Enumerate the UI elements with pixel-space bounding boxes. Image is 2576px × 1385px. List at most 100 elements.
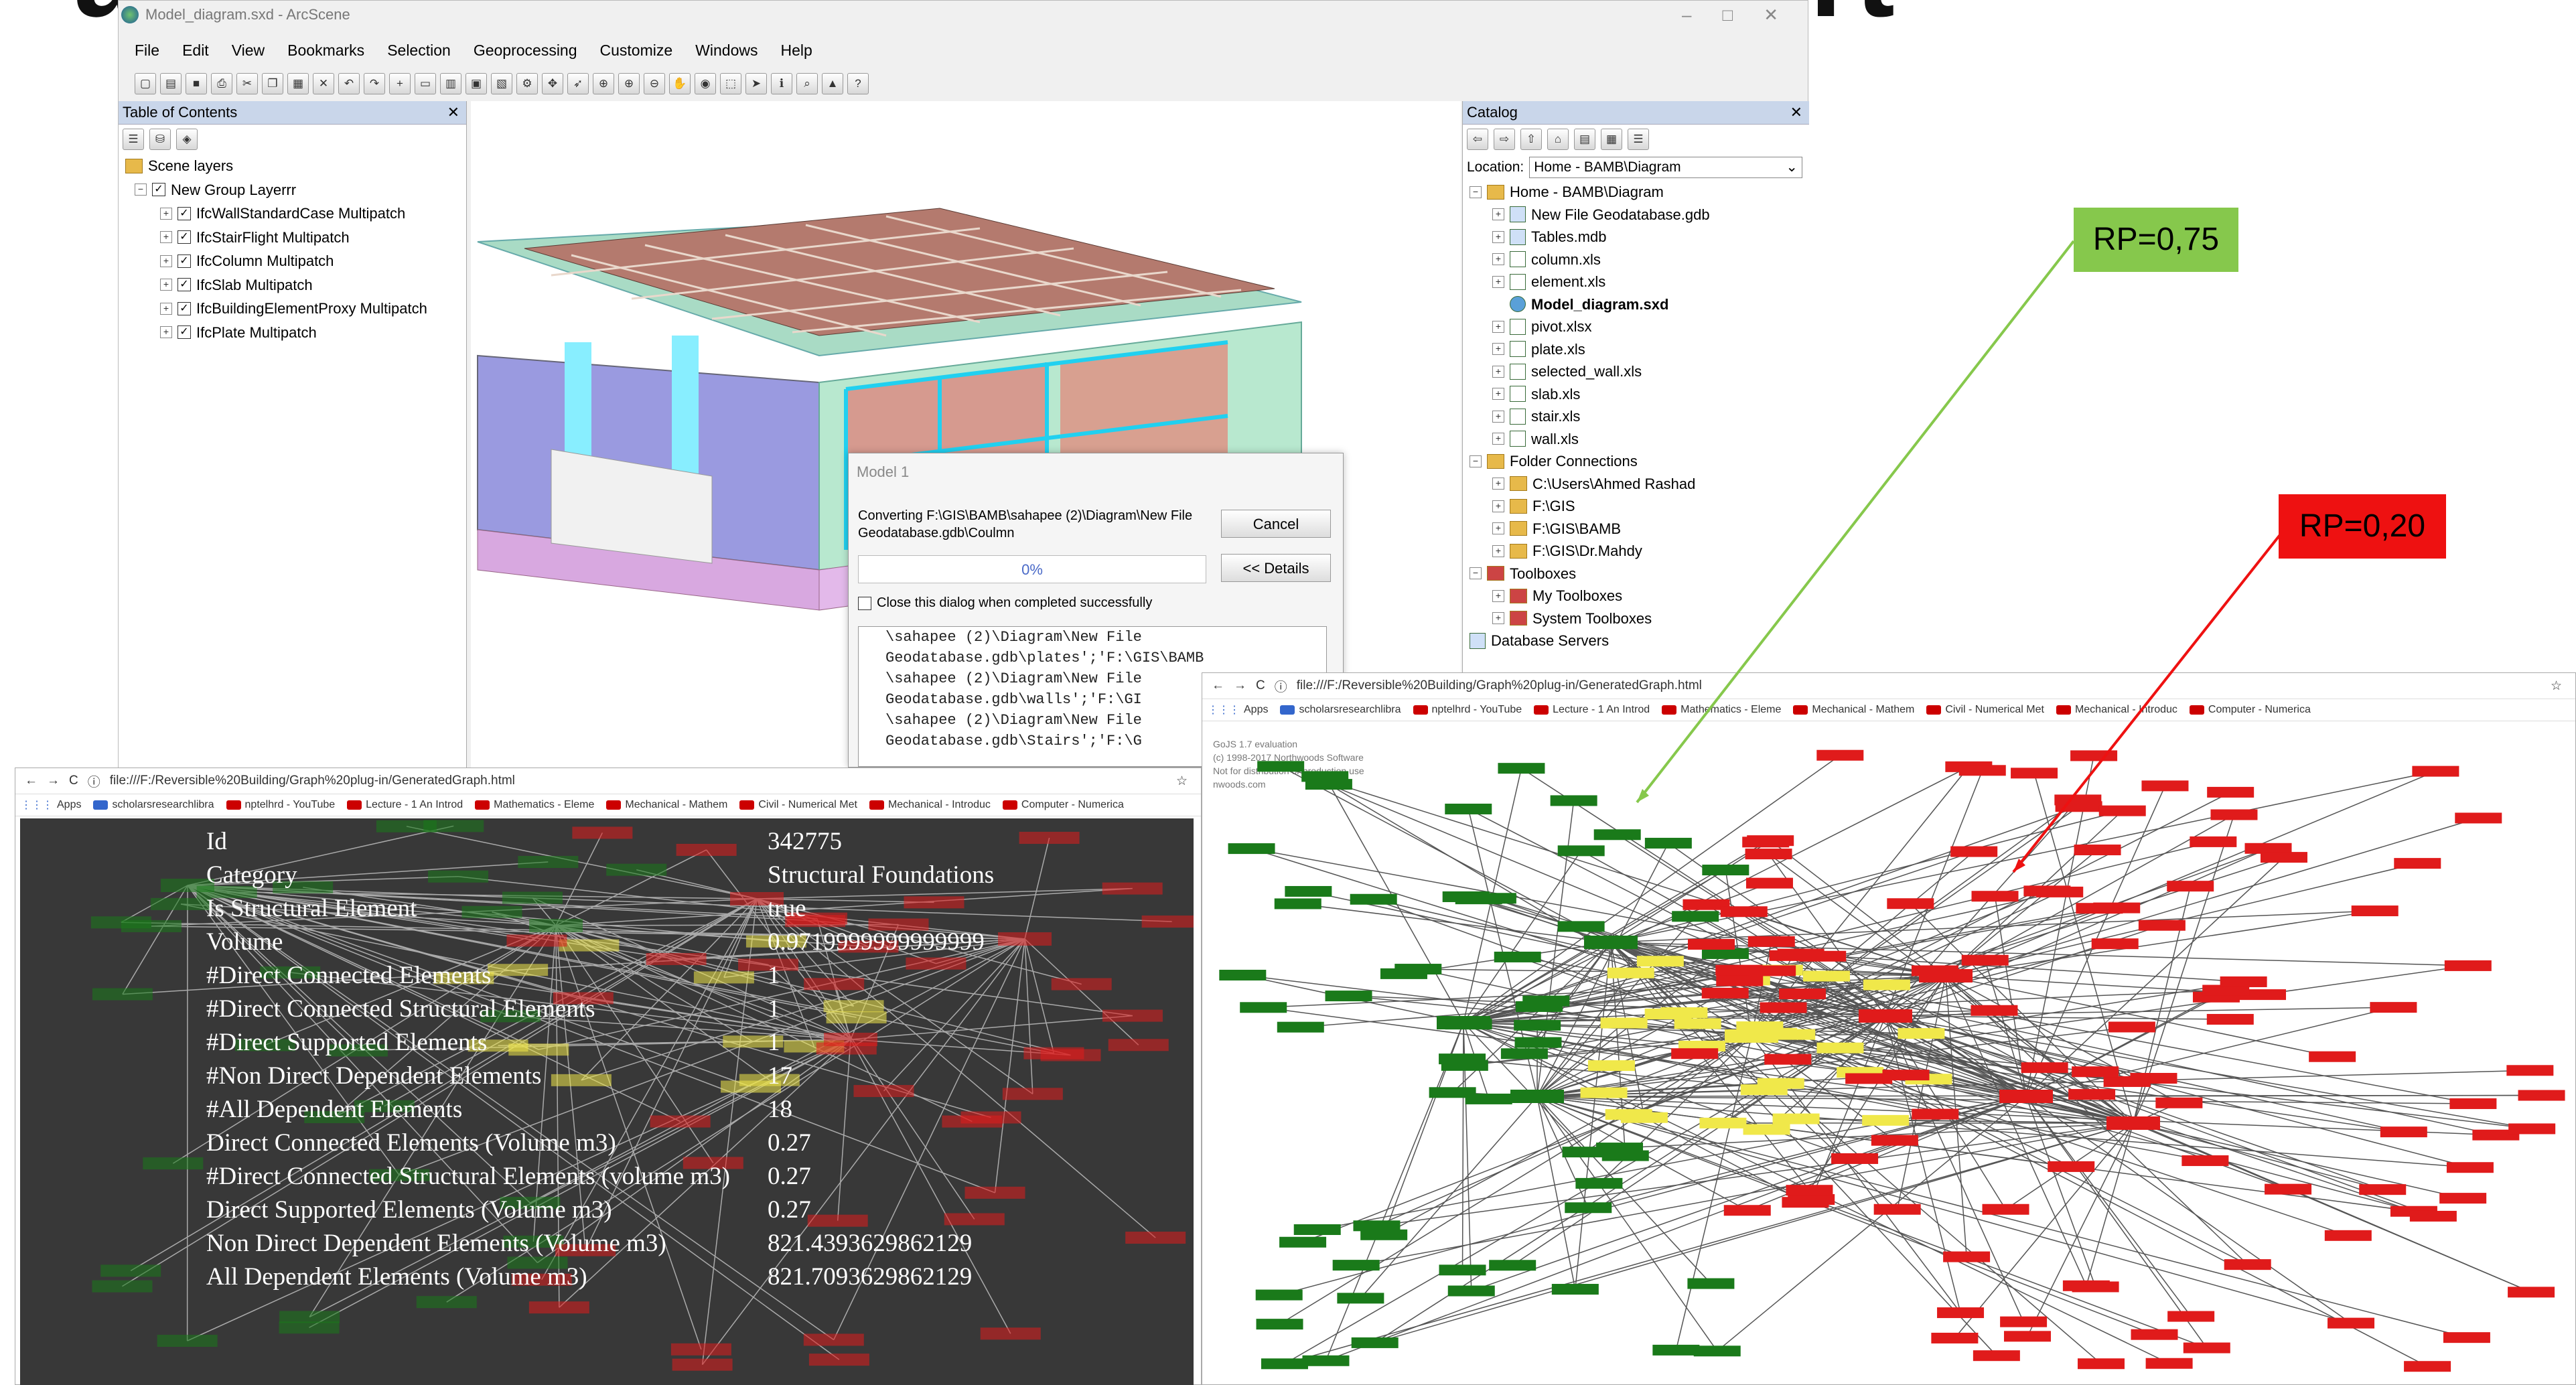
bookmark-item[interactable]: Computer - Numerica <box>1002 799 1124 811</box>
graph-hub-node[interactable] <box>998 932 1052 946</box>
graph-node[interactable] <box>1699 1117 1747 1128</box>
graph-node[interactable] <box>1019 832 1080 845</box>
graph-node[interactable] <box>1125 1232 1186 1244</box>
graph-node[interactable] <box>2506 1065 2554 1076</box>
navigate-icon[interactable]: ✥ <box>542 73 563 94</box>
visibility-checkbox[interactable]: ✓ <box>177 254 191 268</box>
graph-node[interactable] <box>1002 1088 1063 1100</box>
connect-folder-icon[interactable]: ▤ <box>1574 129 1595 150</box>
back-arrow-icon[interactable]: ← <box>1212 678 1224 693</box>
graph-node[interactable] <box>1240 1002 1287 1013</box>
graph-node[interactable] <box>2409 1210 2457 1222</box>
graph-node[interactable] <box>1380 968 1427 979</box>
graph-node[interactable] <box>2036 886 2084 897</box>
graph-node[interactable] <box>1455 893 1502 905</box>
graph-node[interactable] <box>1674 1018 1721 1029</box>
graph-node[interactable] <box>1873 1204 1921 1215</box>
graph-node[interactable] <box>1285 885 1332 897</box>
graph-node[interactable] <box>1745 877 1793 889</box>
graph-node[interactable] <box>2003 1331 2051 1342</box>
maximize-icon[interactable]: □ <box>1722 5 1733 25</box>
graph-node[interactable] <box>2070 750 2118 761</box>
graph-node[interactable] <box>1332 1260 1380 1271</box>
bookmark-item[interactable]: Mathematics - Eleme <box>475 799 594 811</box>
bookmark-item[interactable]: scholarsresearchlibra <box>93 799 214 811</box>
graph-node[interactable] <box>1723 1205 1771 1216</box>
graph-node[interactable] <box>1108 1039 1169 1051</box>
expand-icon[interactable]: + <box>1492 433 1504 445</box>
graph-node[interactable] <box>2091 938 2139 950</box>
expand-icon[interactable]: + <box>1492 544 1504 557</box>
expand-icon[interactable]: + <box>1492 478 1504 490</box>
visibility-checkbox[interactable]: ✓ <box>177 325 191 340</box>
graph-node[interactable] <box>1636 956 1684 967</box>
close-when-done-option[interactable]: Close this dialog when completed success… <box>858 595 1152 611</box>
home-icon[interactable]: ⌂ <box>1547 129 1569 150</box>
list-by-source-icon[interactable]: ⛁ <box>149 129 171 150</box>
graph-node[interactable] <box>1898 1028 1945 1039</box>
catalog-toolbox-item[interactable]: + My Toolboxes <box>1470 585 1809 607</box>
expand-icon[interactable]: + <box>1492 275 1504 288</box>
graph-node[interactable] <box>1749 965 1796 976</box>
catalog-toolbox-item[interactable]: + System Toolboxes <box>1470 607 1809 630</box>
graph-node[interactable] <box>2183 1342 2230 1354</box>
graph-node[interactable] <box>1557 845 1605 857</box>
graph-node[interactable] <box>2190 836 2237 847</box>
expand-icon[interactable]: + <box>1492 500 1504 512</box>
graph-node[interactable] <box>1255 1289 1303 1301</box>
url-text[interactable]: file:///F:/Reversible%20Building/Graph%2… <box>110 774 515 788</box>
menu-windows[interactable]: Windows <box>695 42 758 60</box>
graph-node[interactable] <box>1742 836 1790 848</box>
chevron-down-icon[interactable]: ⌄ <box>1786 157 1802 177</box>
graph-node[interactable] <box>1580 1087 1628 1098</box>
graph-node[interactable] <box>2131 1329 2178 1340</box>
graph-node[interactable] <box>2443 1332 2490 1343</box>
graph-node[interactable] <box>1550 795 1597 806</box>
dependency-graph[interactable] <box>1202 721 2575 1384</box>
graph-node[interactable] <box>2412 766 2459 777</box>
graph-node[interactable] <box>2145 1358 2193 1369</box>
model-builder-icon[interactable]: ⚙ <box>516 73 538 94</box>
graph-node[interactable] <box>1350 893 1397 905</box>
graph-node[interactable] <box>1961 954 2009 966</box>
graph-node[interactable] <box>1141 916 1194 928</box>
pan-icon[interactable]: ✋ <box>669 73 691 94</box>
graph-node[interactable] <box>1816 749 1864 761</box>
graph-node[interactable] <box>1701 987 1749 999</box>
url-text[interactable]: file:///F:/Reversible%20Building/Graph%2… <box>1297 678 1702 693</box>
graph-node[interactable] <box>1494 951 1541 962</box>
minimize-icon[interactable]: – <box>1682 5 1691 25</box>
graph-node[interactable] <box>1429 1087 1476 1098</box>
back-arrow-icon[interactable]: ⇦ <box>1467 129 1488 150</box>
graph-node[interactable] <box>157 1335 218 1347</box>
bookmark-item[interactable]: Civil - Numerical Met <box>739 799 857 811</box>
graph-node[interactable] <box>2324 1230 2372 1241</box>
back-arrow-icon[interactable]: ← <box>25 774 38 788</box>
graph-node[interactable] <box>1816 1042 1864 1053</box>
catalog-item[interactable]: + wall.xls <box>1470 428 1809 451</box>
graph-hub-node[interactable] <box>1510 1090 1564 1103</box>
star-icon[interactable]: ☆ <box>2551 678 2562 694</box>
visibility-checkbox[interactable]: ✓ <box>177 206 191 220</box>
graph-hub-node[interactable] <box>1999 1090 2053 1103</box>
graph-node[interactable] <box>1802 970 1850 982</box>
graph-node[interactable] <box>1887 898 1934 909</box>
graph-node[interactable] <box>100 1264 161 1277</box>
help-icon[interactable]: ? <box>847 73 869 94</box>
graph-node[interactable] <box>2098 805 2146 816</box>
reload-icon[interactable]: C <box>1256 678 1265 693</box>
graph-node[interactable] <box>2351 905 2399 917</box>
graph-node[interactable] <box>1871 1135 1918 1146</box>
graph-node[interactable] <box>2181 1155 2229 1167</box>
graph-node[interactable] <box>1219 970 1267 981</box>
graph-node[interactable] <box>1672 911 1719 922</box>
toc-scene-layers[interactable]: Scene layers <box>125 154 466 178</box>
graph-node[interactable] <box>1747 936 1795 947</box>
graph-node[interactable] <box>1982 1204 2029 1215</box>
delete-icon[interactable]: ✕ <box>313 73 334 94</box>
list-by-visibility-icon[interactable]: ◈ <box>176 129 198 150</box>
visibility-checkbox[interactable]: ✓ <box>177 278 191 292</box>
expand-icon[interactable]: + <box>1492 320 1504 333</box>
toc-layer-item[interactable]: + ✓ IfcBuildingElementProxy Multipatch <box>125 297 466 321</box>
graph-node[interactable] <box>1950 846 1998 857</box>
